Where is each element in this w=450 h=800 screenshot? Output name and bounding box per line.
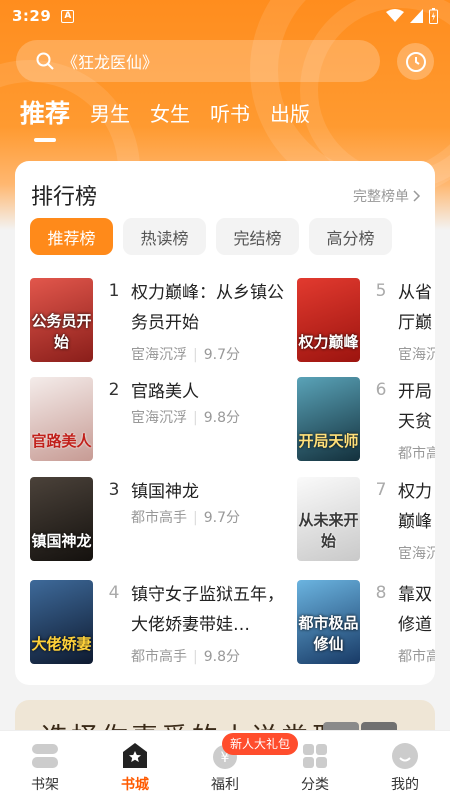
search-placeholder: 《狂龙医仙》 xyxy=(62,53,159,72)
book-item-8[interactable]: 都市极品修仙 8 靠双修道我… 都市高手 xyxy=(297,580,435,666)
book-score: 9.7分 xyxy=(203,347,240,363)
book-rank: 4 xyxy=(108,583,120,603)
book-rank: 5 xyxy=(375,281,387,301)
bookstore-icon xyxy=(120,741,150,771)
chip-recommend[interactable]: 推荐榜 xyxy=(30,218,113,255)
book-item-2[interactable]: 官路美人 2 官路美人 宦海沉浮 | 9.8分 xyxy=(30,377,287,461)
chip-hot[interactable]: 热读榜 xyxy=(123,218,206,255)
book-cover: 镇国神龙 xyxy=(30,477,93,561)
book-title: 镇国神龙 xyxy=(131,482,199,502)
book-score: 9.8分 xyxy=(203,649,240,665)
book-category: 宦海沉浮 xyxy=(398,347,435,363)
nav-label: 书架 xyxy=(31,777,59,793)
chip-high-score[interactable]: 高分榜 xyxy=(309,218,392,255)
book-rank: 1 xyxy=(108,281,120,301)
book-cover: 从未来开始 xyxy=(297,477,360,561)
wifi-icon xyxy=(386,9,404,22)
book-rank: 8 xyxy=(375,583,387,603)
category-icon xyxy=(300,741,330,771)
book-title: 权力巅峰：从乡镇公务员开始 xyxy=(131,283,284,333)
chip-finished[interactable]: 完结榜 xyxy=(216,218,299,255)
nav-label: 我的 xyxy=(391,777,419,793)
book-cover: 大佬娇妻 xyxy=(30,580,93,664)
book-item-1[interactable]: 公务员开始 1 权力巅峰：从乡镇公务员开始 宦海沉浮 | 9.7分 xyxy=(30,278,287,364)
book-score: 9.7分 xyxy=(203,510,240,526)
signal-icon xyxy=(410,9,423,23)
clock-icon xyxy=(405,51,426,72)
ranking-column-2: 权力巅峰 5 从省厅巅峰 宦海沉浮 开局天师 6 开局天贫道… 都市高手 从未来… xyxy=(297,278,435,678)
book-item-6[interactable]: 开局天师 6 开局天贫道… 都市高手 xyxy=(297,377,435,463)
book-cover: 官路美人 xyxy=(30,377,93,461)
bookshelf-icon xyxy=(30,741,60,771)
tab-recommend[interactable]: 推荐 xyxy=(20,98,70,142)
book-title: 靠双修道我… xyxy=(398,585,432,635)
book-category: 宦海沉浮 xyxy=(131,347,187,363)
book-item-5[interactable]: 权力巅峰 5 从省厅巅峰 宦海沉浮 xyxy=(297,278,435,364)
chevron-right-icon xyxy=(413,190,421,202)
book-cover: 开局天师 xyxy=(297,377,360,461)
gift-badge[interactable]: 新人大礼包 xyxy=(222,733,299,755)
status-bar: 3:29 A xyxy=(0,0,450,32)
book-title: 开局天贫道… xyxy=(398,382,432,432)
book-cover: 权力巅峰 xyxy=(297,278,360,362)
nav-label: 书城 xyxy=(121,777,149,793)
book-item-4[interactable]: 大佬娇妻 4 镇守女子监狱五年，大佬娇妻带娃… 都市高手 | 9.8分 xyxy=(30,580,287,666)
book-cover: 公务员开始 xyxy=(30,278,93,362)
book-category: 宦海沉浮 xyxy=(398,546,435,562)
book-title: 官路美人 xyxy=(131,382,199,402)
battery-icon xyxy=(429,8,438,24)
full-list-link[interactable]: 完整榜单 xyxy=(353,186,421,206)
nav-profile[interactable]: 我的 xyxy=(360,731,450,800)
ranking-title: 排行榜 xyxy=(31,185,98,210)
status-time: 3:29 xyxy=(12,7,52,25)
nav-label: 福利 xyxy=(211,777,239,793)
book-category: 都市高手 xyxy=(131,510,187,526)
ranking-card: 排行榜 完整榜单 推荐榜 热读榜 完结榜 高分榜 公务员开始 1 权力巅峰：从乡… xyxy=(15,161,435,685)
book-category: 都市高手 xyxy=(398,649,435,665)
book-rank: 7 xyxy=(375,480,387,500)
book-rank: 2 xyxy=(108,380,120,400)
book-rank: 3 xyxy=(108,480,120,500)
book-score: 9.8分 xyxy=(203,410,240,426)
profile-icon xyxy=(390,741,420,771)
nav-label: 分类 xyxy=(301,777,329,793)
tab-male[interactable]: 男生 xyxy=(90,98,130,130)
nav-bookstore[interactable]: 书城 xyxy=(90,731,180,800)
book-rank: 6 xyxy=(375,380,387,400)
book-item-3[interactable]: 镇国神龙 3 镇国神龙 都市高手 | 9.7分 xyxy=(30,477,287,561)
book-category: 都市高手 xyxy=(131,649,187,665)
book-category: 宦海沉浮 xyxy=(131,410,187,426)
search-input[interactable]: 《狂龙医仙》 xyxy=(16,40,380,82)
nav-bookshelf[interactable]: 书架 xyxy=(0,731,90,800)
book-title: 从省厅巅峰 xyxy=(398,283,432,333)
channel-tabs: 推荐 男生 女生 听书 出版 xyxy=(20,98,310,142)
book-title: 镇守女子监狱五年，大佬娇妻带娃… xyxy=(131,585,284,635)
ranking-chips: 推荐榜 热读榜 完结榜 高分榜 xyxy=(30,218,392,255)
tab-publishing[interactable]: 出版 xyxy=(270,98,310,130)
book-item-7[interactable]: 从未来开始 7 权力巅峰未来开… 宦海沉浮 xyxy=(297,477,435,563)
tab-audiobook[interactable]: 听书 xyxy=(210,98,250,130)
book-cover: 都市极品修仙 xyxy=(297,580,360,664)
full-list-label: 完整榜单 xyxy=(353,189,409,205)
search-icon xyxy=(36,52,54,70)
app-notification-icon: A xyxy=(61,9,75,23)
book-category: 都市高手 xyxy=(398,446,435,462)
book-title: 权力巅峰未来开… xyxy=(398,482,432,532)
history-button[interactable] xyxy=(397,43,434,80)
tab-female[interactable]: 女生 xyxy=(150,98,190,130)
